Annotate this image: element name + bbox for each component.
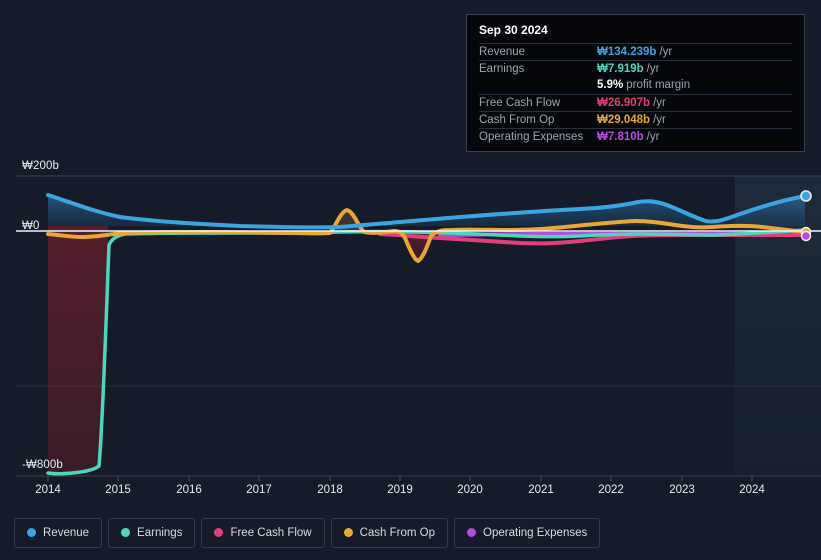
legend-item-earnings[interactable]: Earnings (108, 517, 196, 548)
legend-dot-cash-from-op-icon (343, 528, 353, 537)
legend-label-earnings: Earnings (137, 526, 183, 539)
tooltip-value-earnings: ₩7.919b (597, 63, 644, 75)
legend-label-free-cash-flow: Free Cash Flow (230, 526, 312, 539)
tooltip-value-free-cash-flow: ₩26.907b (597, 97, 651, 109)
x-axis-tick-2023: 2023 (669, 484, 695, 496)
x-axis-tick-2016: 2016 (176, 484, 202, 496)
tooltip-row-earnings: Earnings ₩7.919b /yr (479, 60, 792, 77)
tooltip-value-revenue: ₩134.239b (597, 46, 657, 58)
tooltip-label-free-cash-flow: Free Cash Flow (479, 97, 561, 109)
tooltip-row-operating-expenses: Operating Expenses ₩7.810b /yr (479, 128, 792, 145)
x-axis-tick-2022: 2022 (598, 484, 624, 496)
revenue-endpoint-dot (800, 190, 812, 202)
x-axis-tick-2015: 2015 (105, 484, 131, 496)
x-tick-marks (47, 476, 753, 481)
legend-dot-earnings-icon (121, 528, 131, 537)
x-axis-tick-2020: 2020 (457, 484, 483, 496)
tooltip-label-earnings: Earnings (479, 63, 525, 75)
financial-chart-screenshot: ₩200b ₩0 -₩800b 2014 2015 2016 2017 2018… (0, 0, 821, 560)
y-axis-label-zero: ₩0 (22, 220, 40, 232)
x-axis-tick-2024: 2024 (739, 484, 765, 496)
tooltip-row-profit-margin: 5.9% profit margin (479, 77, 792, 94)
chart-legend: Revenue Earnings Free Cash Flow Cash Fro… (0, 505, 821, 560)
tooltip-label-cash-from-op: Cash From Op (479, 114, 555, 126)
y-axis-label-bottom: -₩800b (22, 459, 63, 471)
legend-dot-free-cash-flow-icon (214, 528, 224, 537)
tooltip-value-operating-expenses: ₩7.810b (597, 131, 644, 143)
legend-label-cash-from-op: Cash From Op (359, 526, 436, 539)
legend-dot-operating-expenses-icon (467, 528, 477, 537)
tooltip-unit-free-cash-flow: /yr (653, 97, 666, 109)
x-axis-tick-2018: 2018 (317, 484, 343, 496)
tooltip-row-revenue: Revenue ₩134.239b /yr (479, 43, 792, 60)
x-axis-tick-2017: 2017 (246, 484, 272, 496)
tooltip-value-cash-from-op: ₩29.048b (597, 114, 651, 126)
x-axis-tick-2014: 2014 (35, 484, 61, 496)
tooltip-value-profit-margin: 5.9% (597, 79, 624, 91)
tooltip-unit-operating-expenses: /yr (646, 131, 660, 143)
x-axis-tick-2019: 2019 (387, 484, 413, 496)
legend-item-cash-from-op[interactable]: Cash From Op (330, 517, 449, 548)
legend-item-operating-expenses[interactable]: Operating Expenses (454, 517, 601, 548)
tooltip-unit-earnings: /yr (646, 63, 660, 75)
tooltip-row-cash-from-op: Cash From Op ₩29.048b /yr (479, 111, 792, 128)
earnings-negative-area (48, 226, 108, 474)
tooltip-unit-profit-margin: profit margin (626, 79, 691, 91)
y-axis-label-top: ₩200b (22, 160, 59, 172)
legend-item-revenue[interactable]: Revenue (14, 517, 103, 548)
legend-dot-revenue-icon (27, 528, 36, 537)
earnings-line (46, 228, 807, 476)
tooltip-row-free-cash-flow: Free Cash Flow ₩26.907b /yr (479, 94, 792, 111)
legend-label-operating-expenses: Operating Expenses (483, 526, 588, 539)
x-axis-tick-2021: 2021 (528, 484, 554, 496)
operating-expenses-endpoint-dot (800, 230, 812, 242)
tooltip-label-revenue: Revenue (479, 46, 526, 58)
tooltip-unit-revenue: /yr (659, 46, 673, 58)
tooltip-label-operating-expenses: Operating Expenses (479, 131, 584, 143)
legend-item-free-cash-flow[interactable]: Free Cash Flow (201, 517, 325, 548)
tooltip-unit-cash-from-op: /yr (653, 114, 666, 126)
legend-label-revenue: Revenue (43, 526, 90, 539)
tooltip-date: Sep 30 2024 (479, 23, 548, 37)
chart-tooltip: Sep 30 2024 Revenue ₩134.239b /yr Earnin… (466, 14, 805, 152)
